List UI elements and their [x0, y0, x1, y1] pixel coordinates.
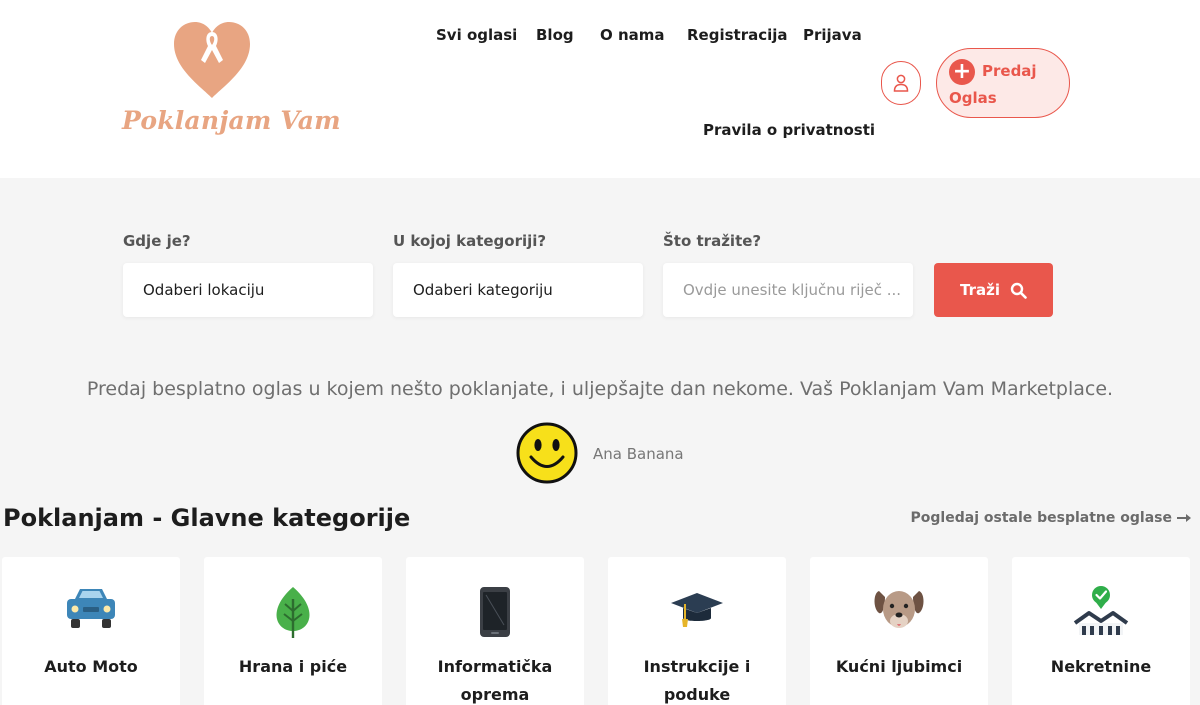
- user-account-button[interactable]: [881, 61, 921, 105]
- category-label: Nekretnine: [1050, 657, 1152, 676]
- category-card-real-estate[interactable]: Nekretnine: [1012, 557, 1190, 705]
- smiley-avatar-icon: [516, 422, 578, 484]
- category-label: Instrukcije i poduke: [643, 657, 751, 704]
- dog-icon: [874, 591, 924, 628]
- category-label: Hrana i piće: [238, 657, 348, 676]
- search-icon: [1010, 282, 1027, 299]
- category-label: Informatička oprema: [437, 657, 553, 704]
- user-icon: [893, 74, 909, 92]
- plus-icon: +: [949, 59, 975, 85]
- nav-item-about[interactable]: O nama: [600, 26, 665, 44]
- category-card-auto-moto[interactable]: Auto Moto: [2, 557, 180, 705]
- nav-item-all-ads[interactable]: Svi oglasi: [436, 26, 517, 44]
- category-label: U kojoj kategoriji?: [393, 232, 547, 250]
- categories-title: Poklanjam - Glavne kategorije: [3, 504, 411, 532]
- category-card-pets[interactable]: Kućni ljubimci: [810, 557, 988, 705]
- main-nav: Svi oglasi Blog O nama Registracija Prij…: [0, 0, 1200, 178]
- post-ad-button[interactable]: + Predaj Oglas: [936, 48, 1070, 118]
- category-card-food[interactable]: Hrana i piće: [204, 557, 382, 705]
- category-label: Auto Moto: [44, 657, 138, 676]
- location-select[interactable]: Odaberi lokaciju: [123, 263, 373, 317]
- testimonial-author: Ana Banana: [593, 445, 684, 463]
- nav-item-blog[interactable]: Blog: [536, 26, 574, 44]
- search-button-label: Traži: [960, 281, 1000, 299]
- keyword-label: Što tražite?: [663, 232, 762, 250]
- category-card-it-equipment[interactable]: Informatička oprema: [406, 557, 584, 705]
- category-select[interactable]: Odaberi kategoriju: [393, 263, 643, 317]
- nav-item-privacy[interactable]: Pravila o privatnosti: [703, 121, 875, 139]
- site-header: Poklanjam Vam Svi oglasi Blog O nama Reg…: [0, 0, 1200, 178]
- location-label: Gdje je?: [123, 232, 191, 250]
- leaf-icon: [276, 587, 310, 638]
- keyword-field: [663, 263, 913, 317]
- post-ad-label-line2: Oglas: [949, 89, 997, 107]
- view-more-label: Pogledaj ostale besplatne oglase: [910, 510, 1172, 526]
- nav-item-register[interactable]: Registracija: [687, 26, 788, 44]
- keyword-input[interactable]: [683, 281, 913, 299]
- view-more-link[interactable]: Pogledaj ostale besplatne oglase: [911, 510, 1192, 526]
- arrow-right-icon: [1177, 514, 1191, 522]
- category-card-tutoring[interactable]: Instrukcije i poduke: [608, 557, 786, 705]
- car-icon: [67, 589, 115, 628]
- category-label: Kućni ljubimci: [835, 657, 963, 676]
- smartphone-icon: [480, 587, 510, 637]
- graduation-cap-icon: [671, 593, 723, 627]
- nav-item-login[interactable]: Prijava: [803, 26, 862, 44]
- houses-icon: [1073, 586, 1129, 635]
- post-ad-label-line1: Predaj: [982, 62, 1037, 80]
- testimonial-text: Predaj besplatno oglas u kojem nešto pok…: [86, 378, 1114, 400]
- search-button[interactable]: Traži: [934, 263, 1053, 317]
